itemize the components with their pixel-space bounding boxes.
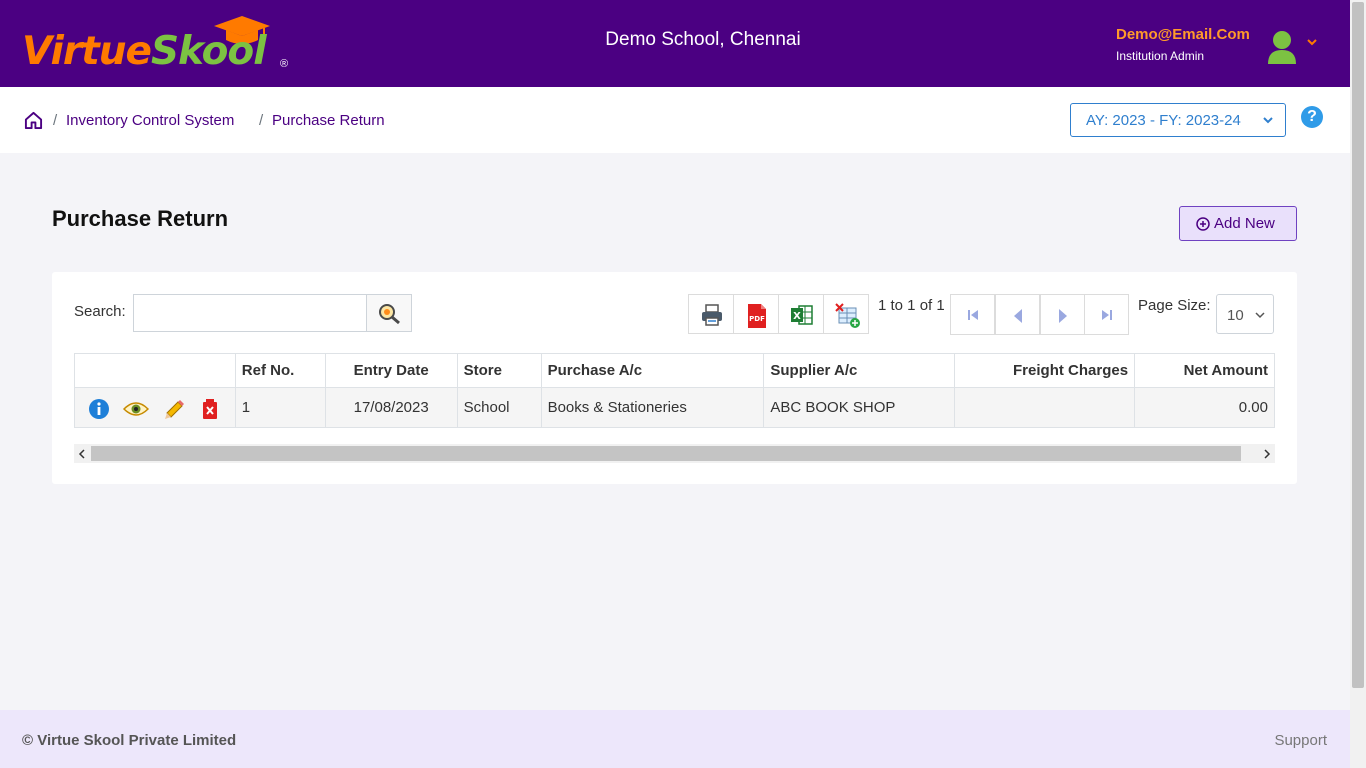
- previous-page-button[interactable]: [995, 294, 1040, 335]
- first-page-icon: [968, 310, 978, 320]
- home-icon[interactable]: [24, 111, 43, 130]
- svg-text:PDF: PDF: [749, 315, 765, 323]
- printer-icon: [702, 304, 722, 326]
- export-pdf-button[interactable]: PDF: [733, 294, 779, 334]
- edit-pencil-icon[interactable]: [163, 398, 185, 420]
- registered-mark: ®: [280, 58, 289, 70]
- vertical-scrollbar[interactable]: [1350, 0, 1366, 768]
- first-page-button[interactable]: [950, 294, 995, 335]
- delete-icon[interactable]: [201, 398, 219, 420]
- purchase-return-table: Ref No. Entry Date Store Purchase A/c Su…: [74, 353, 1275, 428]
- column-header-net-amount[interactable]: Net Amount: [1134, 353, 1275, 388]
- add-new-button[interactable]: Add New: [1179, 206, 1297, 241]
- excel-icon: X: [791, 305, 813, 325]
- cell-supplier-ac: ABC BOOK SHOP: [763, 387, 956, 428]
- row-actions-cell: [74, 387, 236, 428]
- search-button[interactable]: [366, 294, 412, 332]
- column-header-freight-charges[interactable]: Freight Charges: [954, 353, 1136, 388]
- top-header: VirtueSkool ® Demo School, Chennai Demo@…: [0, 0, 1350, 87]
- support-link[interactable]: Support: [1274, 732, 1327, 749]
- breadcrumb-separator: /: [53, 112, 58, 129]
- page-size-value: 10: [1227, 307, 1244, 324]
- previous-page-icon: [1014, 309, 1022, 323]
- user-avatar-icon[interactable]: [1266, 30, 1298, 64]
- chevron-down-icon: [1263, 117, 1273, 124]
- search-label: Search:: [74, 303, 126, 320]
- cell-freight-charges: [954, 387, 1136, 428]
- print-button[interactable]: [688, 294, 734, 334]
- last-page-button[interactable]: [1084, 294, 1129, 335]
- cell-store: School: [456, 387, 542, 428]
- search-icon: [379, 304, 400, 325]
- svg-text:X: X: [793, 311, 801, 322]
- scroll-left-icon[interactable]: [78, 449, 86, 459]
- grid-card: Search: PDF X 1 to 1 of 1 Page Size: 10 …: [52, 272, 1297, 484]
- chevron-down-icon[interactable]: [1306, 37, 1318, 47]
- column-header-purchase-ac[interactable]: Purchase A/c: [540, 353, 765, 388]
- next-page-icon: [1059, 309, 1067, 323]
- chevron-down-icon: [1255, 312, 1265, 319]
- user-role: Institution Admin: [1116, 49, 1205, 63]
- next-page-button[interactable]: [1040, 294, 1085, 335]
- cell-ref-no: 1: [234, 387, 326, 428]
- user-email[interactable]: Demo@Email.Com: [1116, 26, 1250, 43]
- cell-entry-date: 17/08/2023: [324, 387, 458, 428]
- breadcrumb-purchase-return: Purchase Return: [272, 112, 385, 129]
- vertical-scrollbar-thumb[interactable]: [1352, 2, 1364, 688]
- column-chooser-button[interactable]: [823, 294, 869, 334]
- page-title: Purchase Return: [52, 206, 229, 231]
- column-header-entry-date[interactable]: Entry Date: [324, 353, 458, 388]
- cell-purchase-ac: Books & Stationeries: [540, 387, 765, 428]
- copyright-text: © Virtue Skool Private Limited: [22, 732, 237, 749]
- cell-net-amount: 0.00: [1134, 387, 1275, 428]
- page-size-select[interactable]: 10: [1216, 294, 1274, 334]
- column-header-actions: [74, 353, 236, 388]
- view-eye-icon[interactable]: [123, 400, 149, 418]
- search-input[interactable]: [133, 294, 367, 332]
- add-new-label: Add New: [1214, 215, 1275, 232]
- page-size-label: Page Size:: [1138, 297, 1211, 314]
- academic-year-select[interactable]: AY: 2023 - FY: 2023-24: [1070, 103, 1286, 137]
- column-header-store[interactable]: Store: [456, 353, 542, 388]
- page-footer: © Virtue Skool Private Limited Support: [0, 710, 1350, 768]
- column-header-ref-no[interactable]: Ref No.: [234, 353, 326, 388]
- plus-circle-icon: [1196, 217, 1210, 231]
- pdf-icon: PDF: [748, 304, 766, 328]
- info-icon[interactable]: [88, 398, 110, 420]
- academic-year-value: AY: 2023 - FY: 2023-24: [1086, 112, 1241, 129]
- scroll-right-icon[interactable]: [1263, 449, 1271, 459]
- export-excel-button[interactable]: X: [778, 294, 824, 334]
- horizontal-scrollbar[interactable]: [74, 444, 1275, 463]
- help-icon[interactable]: ?: [1301, 106, 1323, 128]
- breadcrumb-bar: / Inventory Control System / Purchase Re…: [0, 87, 1350, 153]
- column-header-supplier-ac[interactable]: Supplier A/c: [763, 353, 956, 388]
- pager-summary: 1 to 1 of 1: [878, 297, 945, 314]
- last-page-icon: [1102, 310, 1112, 320]
- breadcrumb-inventory-control-system[interactable]: Inventory Control System: [66, 112, 234, 129]
- table-row: 1 17/08/2023 School Books & Stationeries…: [74, 387, 1275, 428]
- table-header-row: Ref No. Entry Date Store Purchase A/c Su…: [74, 353, 1275, 388]
- breadcrumb-separator: /: [259, 112, 264, 129]
- horizontal-scrollbar-thumb[interactable]: [91, 446, 1241, 461]
- table-settings-icon: [835, 303, 860, 328]
